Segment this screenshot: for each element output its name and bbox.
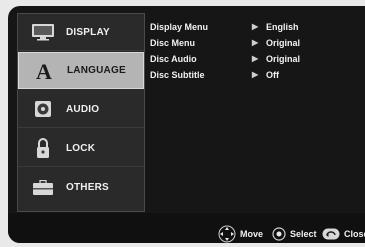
- arrow-right-icon: ▶: [252, 54, 259, 63]
- menu-item-lock[interactable]: LOCK: [18, 130, 144, 167]
- setting-row-disc-subtitle[interactable]: Disc Subtitle ▶ Off: [150, 70, 365, 84]
- menu-item-label: OTHERS: [66, 182, 109, 193]
- close-hint: Close: [322, 225, 365, 243]
- select-hint: Select: [272, 225, 317, 243]
- select-hint-label: Select: [290, 229, 317, 239]
- arrow-right-icon: ▶: [252, 38, 259, 47]
- menu-item-label: AUDIO: [66, 103, 100, 115]
- audio-icon: [30, 98, 56, 120]
- display-icon: [30, 21, 56, 43]
- others-icon: [30, 177, 56, 199]
- menu-item-label: LOCK: [66, 142, 96, 154]
- menu-item-label: DISPLAY: [66, 26, 110, 38]
- select-button-icon: [272, 227, 286, 241]
- setup-screen: DISPLAY A LANGUAGE AUDIO LOCK OTHERS Dis…: [8, 6, 365, 243]
- menu-item-audio[interactable]: AUDIO: [18, 91, 144, 128]
- settings-panel: Display Menu ▶ English Disc Menu ▶ Origi…: [150, 13, 365, 133]
- menu-item-display[interactable]: DISPLAY: [18, 14, 144, 51]
- svg-text:A: A: [36, 60, 52, 82]
- lock-icon: [30, 137, 56, 159]
- move-hint-label: Move: [240, 229, 264, 239]
- language-icon: A: [31, 60, 57, 82]
- setting-value: Original: [266, 38, 301, 48]
- return-button-icon: [322, 228, 340, 240]
- setting-name: Display Menu: [150, 22, 209, 32]
- arrow-right-icon: ▶: [252, 22, 259, 31]
- menu-item-others[interactable]: OTHERS: [18, 169, 144, 206]
- setting-row-display-menu[interactable]: Display Menu ▶ English: [150, 22, 365, 36]
- setting-value: Original: [266, 54, 301, 64]
- category-menu: DISPLAY A LANGUAGE AUDIO LOCK OTHERS: [17, 13, 145, 212]
- setting-name: Disc Subtitle: [150, 70, 205, 80]
- close-hint-label: Close: [344, 229, 365, 239]
- setting-value: English: [266, 22, 299, 32]
- setting-name: Disc Audio: [150, 54, 197, 64]
- menu-item-language[interactable]: A LANGUAGE: [18, 52, 144, 89]
- move-hint: Move: [218, 225, 263, 243]
- setting-row-disc-menu[interactable]: Disc Menu ▶ Original: [150, 38, 365, 52]
- arrow-right-icon: ▶: [252, 70, 259, 79]
- menu-item-label: LANGUAGE: [67, 65, 126, 76]
- setting-value: Off: [266, 70, 279, 80]
- move-dpad-icon: [218, 225, 236, 243]
- setting-row-disc-audio[interactable]: Disc Audio ▶ Original: [150, 54, 365, 68]
- setting-name: Disc Menu: [150, 38, 196, 48]
